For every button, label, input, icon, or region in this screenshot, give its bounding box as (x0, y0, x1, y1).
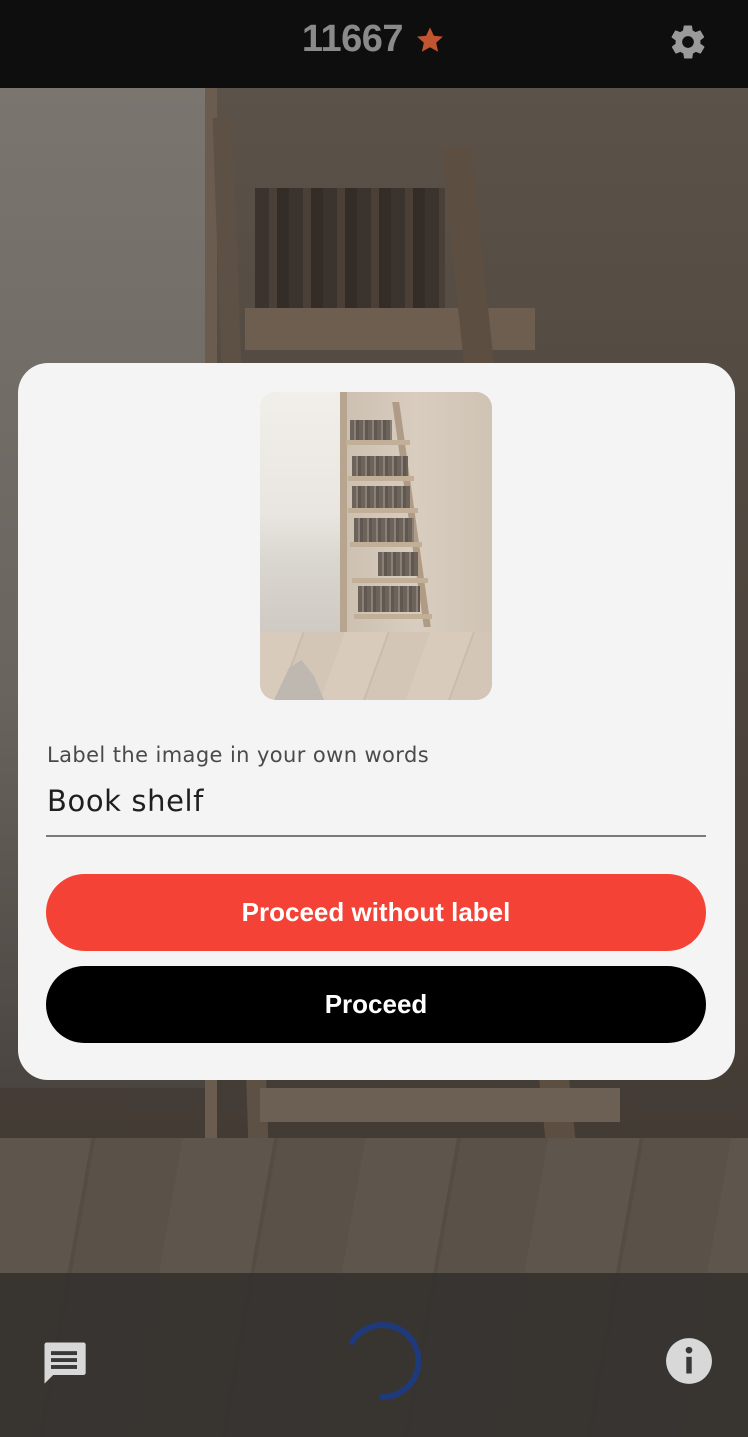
bottom-bar (0, 1273, 748, 1437)
label-field-caption: Label the image in your own words (47, 743, 430, 767)
image-thumbnail (260, 392, 492, 700)
app-screen: 11667 Label the image in your own words … (0, 0, 748, 1437)
score-value: 11667 (301, 18, 404, 60)
chat-icon[interactable] (38, 1336, 90, 1388)
label-dialog: Label the image in your own words Book s… (18, 363, 735, 1080)
gear-icon[interactable] (668, 22, 708, 62)
spinner-icon (349, 1322, 422, 1401)
proceed-without-label-button[interactable]: Proceed without label (46, 874, 706, 951)
star-icon (417, 26, 444, 52)
info-icon[interactable] (664, 1336, 714, 1386)
top-bar: 11667 (0, 0, 748, 88)
score-display: 11667 (0, 18, 748, 68)
label-input-underline (46, 835, 706, 837)
proceed-button[interactable]: Proceed (46, 966, 706, 1043)
label-input[interactable]: Book shelf (47, 781, 707, 821)
